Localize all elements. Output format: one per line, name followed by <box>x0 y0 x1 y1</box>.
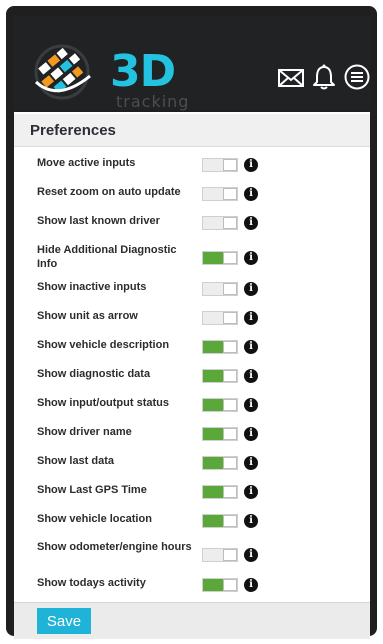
toggle-knob <box>223 428 237 440</box>
app-header: 3D tracking <box>14 16 370 110</box>
preference-toggle[interactable] <box>202 398 238 412</box>
toggle-knob <box>223 252 237 264</box>
info-icon[interactable]: i <box>244 398 258 412</box>
toggle-fill <box>203 341 223 353</box>
preference-label: Reset zoom on auto update <box>37 186 181 198</box>
preference-row: Show odometer/engine hours i <box>14 540 370 570</box>
toggle-knob <box>223 370 237 382</box>
info-icon[interactable]: i <box>244 340 258 354</box>
logo-subtitle: tracking <box>116 92 190 111</box>
preference-label: Show inactive inputs <box>37 281 147 293</box>
save-button[interactable]: Save <box>37 608 91 634</box>
toggle-knob <box>223 312 237 324</box>
preference-label: Show last data <box>37 455 115 467</box>
preference-row: Show todays activity i <box>14 576 370 592</box>
preference-label: Show driver name <box>37 426 132 438</box>
info-icon[interactable]: i <box>244 251 258 265</box>
toggle-fill <box>203 399 223 411</box>
panel-header: Preferences <box>14 114 370 147</box>
preference-toggle[interactable] <box>202 282 238 296</box>
preference-label: Move active inputs <box>37 157 136 169</box>
toggle-fill <box>203 457 223 469</box>
toggle-knob <box>223 188 237 200</box>
info-icon[interactable]: i <box>244 456 258 470</box>
info-icon[interactable]: i <box>244 311 258 325</box>
toggle-knob <box>223 399 237 411</box>
info-icon[interactable]: i <box>244 216 258 230</box>
preference-toggle[interactable] <box>202 369 238 383</box>
info-icon[interactable]: i <box>244 427 258 441</box>
globe-logo-icon <box>34 44 91 100</box>
preference-row: Show inactive inputs i <box>14 280 370 296</box>
preference-label: Show last known driver <box>37 215 160 227</box>
toggle-fill <box>203 486 223 498</box>
preference-row: Show Last GPS Time i <box>14 483 370 499</box>
info-icon[interactable]: i <box>244 548 258 562</box>
preference-row: Show driver name i <box>14 425 370 441</box>
preference-label: Show vehicle description <box>37 339 170 351</box>
toggle-fill <box>203 515 223 527</box>
preference-toggle[interactable] <box>202 578 238 592</box>
preference-row: Show last known driver i <box>14 214 370 230</box>
panel-footer: Save <box>14 602 370 639</box>
page-title: Preferences <box>30 122 116 139</box>
preference-label: Show Last GPS Time <box>37 484 147 496</box>
toggle-knob <box>223 486 237 498</box>
info-icon[interactable]: i <box>244 187 258 201</box>
preference-toggle[interactable] <box>202 485 238 499</box>
toggle-knob <box>223 549 237 561</box>
preference-label: Show vehicle location <box>37 513 152 525</box>
info-icon[interactable]: i <box>244 158 258 172</box>
preference-toggle[interactable] <box>202 311 238 325</box>
info-icon[interactable]: i <box>244 485 258 499</box>
app-window: 3D tracking Preferences Move active inpu… <box>6 6 377 639</box>
toggle-fill <box>203 428 223 440</box>
preferences-panel: Preferences Move active inputs i Reset zoo… <box>14 112 370 602</box>
preference-toggle[interactable] <box>202 340 238 354</box>
preference-toggle[interactable] <box>202 514 238 528</box>
preference-toggle[interactable] <box>202 187 238 201</box>
preference-toggle[interactable] <box>202 427 238 441</box>
preference-row: Show diagnostic data i <box>14 367 370 383</box>
preference-row: Show vehicle description i <box>14 338 370 354</box>
preference-label: Show odometer/engine hours <box>37 541 192 553</box>
preference-label: Hide Additional Diagnostic Info <box>37 244 177 270</box>
info-icon[interactable]: i <box>244 282 258 296</box>
preference-toggle[interactable] <box>202 251 238 265</box>
preference-row: Show last data i <box>14 454 370 470</box>
preference-row: Show vehicle location i <box>14 512 370 528</box>
preference-row: Hide Additional Diagnostic Info i <box>14 243 370 273</box>
preference-toggle[interactable] <box>202 548 238 562</box>
preference-label: Show diagnostic data <box>37 368 151 380</box>
info-icon[interactable]: i <box>244 369 258 383</box>
toggle-knob <box>223 159 237 171</box>
logo: 3D tracking <box>28 36 188 110</box>
menu-icon[interactable] <box>344 64 370 90</box>
info-icon[interactable]: i <box>244 578 258 592</box>
toggle-knob <box>223 341 237 353</box>
preference-label: Show unit as arrow <box>37 310 138 322</box>
preference-row: Show unit as arrow i <box>14 309 370 325</box>
preference-label: Show input/output status <box>37 397 169 409</box>
toggle-fill <box>203 252 223 264</box>
toggle-fill <box>203 579 223 591</box>
preference-toggle[interactable] <box>202 158 238 172</box>
toggle-knob <box>223 579 237 591</box>
logo-wordmark: 3D <box>110 46 176 97</box>
bell-icon[interactable] <box>312 64 336 90</box>
preference-row: Move active inputs i <box>14 156 370 172</box>
screenshot-frame: 3D tracking Preferences Move active inpu… <box>0 0 383 644</box>
preference-toggle[interactable] <box>202 456 238 470</box>
toggle-knob <box>223 515 237 527</box>
preference-row: Show input/output status i <box>14 396 370 412</box>
toggle-fill <box>203 370 223 382</box>
mail-icon[interactable] <box>278 68 304 88</box>
preference-row: Reset zoom on auto update i <box>14 185 370 201</box>
info-icon[interactable]: i <box>244 514 258 528</box>
preference-toggle[interactable] <box>202 216 238 230</box>
toggle-knob <box>223 457 237 469</box>
preference-label: Show todays activity <box>37 577 146 589</box>
toggle-knob <box>223 217 237 229</box>
toggle-knob <box>223 283 237 295</box>
